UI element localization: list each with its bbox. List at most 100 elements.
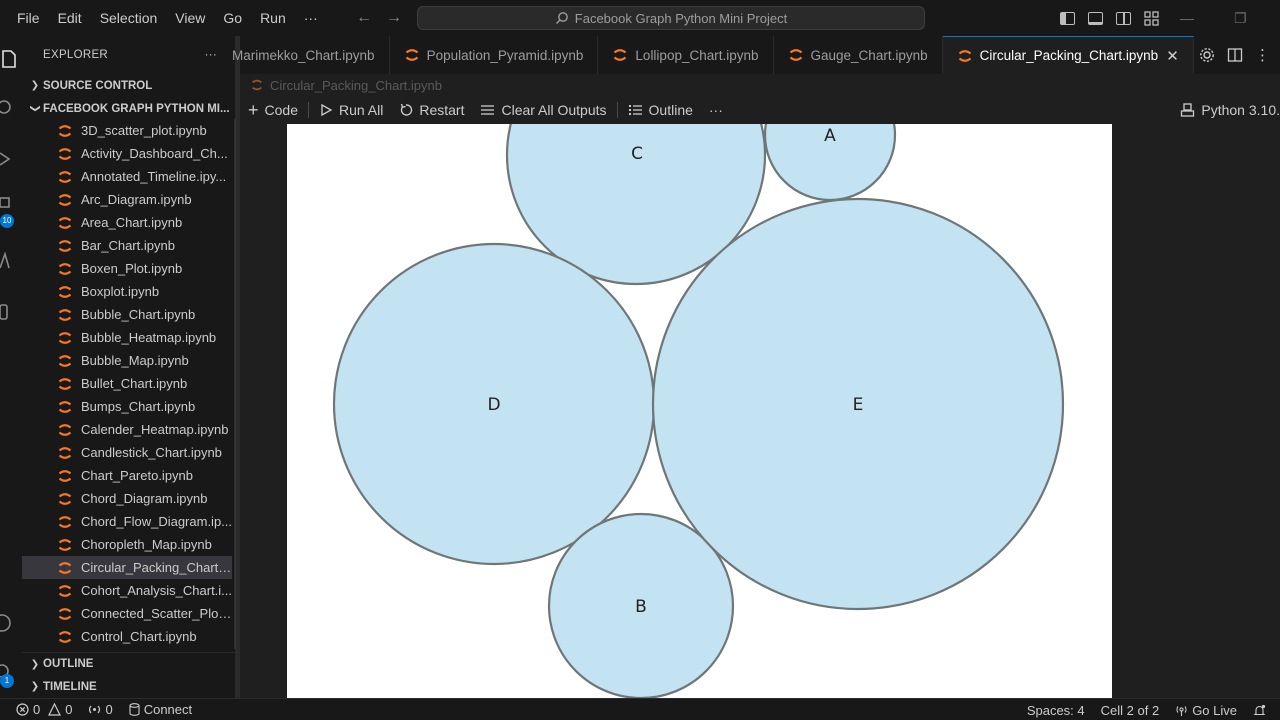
jupyter-notebook-icon (58, 446, 72, 459)
back-arrow-icon[interactable]: ← (356, 9, 372, 27)
menu-file[interactable]: File (8, 0, 49, 36)
file-item[interactable]: Cohort_Analysis_Chart.i... (22, 579, 232, 602)
file-item[interactable]: Bar_Chart.ipynb (22, 234, 232, 257)
customize-layout-icon[interactable] (1144, 10, 1159, 26)
cell-output-chart: A C D B E (287, 124, 1112, 698)
file-item[interactable]: Circular_Packing_Chart.i... (22, 556, 232, 579)
window-controls: — ❐ (1180, 0, 1247, 36)
file-item[interactable]: Arc_Diagram.ipynb (22, 188, 232, 211)
menu-run[interactable]: Run (251, 0, 295, 36)
project-folder-section[interactable]: ❯ FACEBOOK GRAPH PYTHON MI... (22, 97, 235, 120)
file-item[interactable]: Control_Chart.ipynb (22, 625, 232, 648)
editor-tab[interactable]: Gauge_Chart.ipynb (774, 36, 943, 74)
notifications-bell-icon[interactable] (1245, 704, 1274, 717)
add-code-cell-button[interactable]: + Code (240, 101, 306, 119)
problems-indicator[interactable]: 0 0 (0, 702, 80, 717)
timeline-section[interactable]: ❯ TIMELINE (22, 675, 236, 698)
jupyter-icon[interactable] (0, 302, 22, 324)
connect-button[interactable]: Connect (121, 702, 200, 717)
file-item[interactable]: Activity_Dashboard_Ch... (22, 142, 232, 165)
explorer-files-icon[interactable] (0, 48, 22, 70)
accounts-icon[interactable] (0, 612, 22, 634)
run-debug-icon[interactable] (0, 148, 22, 170)
file-item-label: Bubble_Heatmap.ipynb (81, 330, 217, 345)
forward-arrow-icon[interactable]: → (386, 9, 402, 27)
file-item[interactable]: Choropleth_Map.ipynb (22, 533, 232, 556)
settings-gear-icon[interactable] (1199, 47, 1215, 63)
toggle-sidebar-icon[interactable] (1060, 11, 1075, 25)
menu-view[interactable]: View (166, 0, 214, 36)
jupyter-notebook-icon (58, 538, 72, 551)
menu-go[interactable]: Go (214, 0, 251, 36)
editor-tab[interactable]: Marimekko_Chart.ipynb (232, 36, 390, 74)
kernel-label: Python 3.10. (1201, 102, 1280, 118)
source-control-section[interactable]: ❯ SOURCE CONTROL (22, 74, 235, 97)
extensions-icon[interactable] (0, 250, 22, 272)
close-icon[interactable]: ✕ (1166, 47, 1179, 65)
editor-area: Marimekko_Chart.ipynb Population_Pyramid.… (232, 36, 1280, 698)
split-editor-icon[interactable] (1227, 47, 1243, 63)
file-item[interactable]: Bumps_Chart.ipynb (22, 395, 232, 418)
menu-bar: File Edit Selection View Go Run ··· (8, 0, 327, 36)
file-item[interactable]: Chord_Flow_Diagram.ip... (22, 510, 232, 533)
menu-selection[interactable]: Selection (91, 0, 167, 36)
restart-button[interactable]: Restart (391, 102, 472, 118)
activity-bar: 10 1 (0, 36, 22, 698)
file-item[interactable]: Annotated_Timeline.ipy... (22, 165, 232, 188)
toggle-secondary-sidebar-icon[interactable] (1116, 11, 1131, 25)
ports-indicator[interactable]: 0 (80, 702, 120, 717)
outline-section[interactable]: ❯ OUTLINE (22, 652, 236, 675)
editor-tab[interactable]: Population_Pyramid.ipynb (390, 36, 599, 74)
file-item[interactable]: Area_Chart.ipynb (22, 211, 232, 234)
toolbar-separator (307, 102, 309, 118)
more-actions-icon[interactable]: ⋮ (1255, 46, 1270, 64)
breadcrumb-file[interactable]: Circular_Packing_Chart.ipynb (270, 78, 442, 93)
file-item[interactable]: 3D_scatter_plot.ipynb (22, 119, 232, 142)
bell-icon (1253, 704, 1266, 715)
file-item[interactable]: Candlestick_Chart.ipynb (22, 441, 232, 464)
explorer-header: EXPLORER ··· (22, 36, 235, 74)
file-item[interactable]: Bubble_Heatmap.ipynb (22, 326, 232, 349)
cell-indicator[interactable]: Cell 2 of 2 (1093, 703, 1168, 718)
indentation-indicator[interactable]: Spaces: 4 (1019, 703, 1093, 718)
explorer-title: EXPLORER (43, 49, 109, 61)
file-item[interactable]: Bubble_Chart.ipynb (22, 303, 232, 326)
jupyter-notebook-icon (58, 354, 72, 367)
file-item[interactable]: Boxen_Plot.ipynb (22, 257, 232, 280)
file-item[interactable]: Boxplot.ipynb (22, 280, 232, 303)
file-item[interactable]: Bullet_Chart.ipynb (22, 372, 232, 395)
source-control-icon[interactable] (0, 194, 22, 216)
tab-label: Lollipop_Chart.ipynb (635, 47, 759, 63)
run-all-button[interactable]: Run All (311, 102, 391, 118)
toggle-panel-icon[interactable] (1088, 11, 1103, 25)
explorer-more-button[interactable]: ··· (205, 49, 217, 61)
database-icon (129, 703, 140, 716)
jupyter-notebook-icon (58, 377, 72, 390)
go-live-button[interactable]: Go Live (1167, 703, 1245, 718)
toolbar-more-button[interactable]: ··· (701, 102, 731, 118)
file-item[interactable]: Calender_Heatmap.ipynb (22, 418, 232, 441)
outline-button[interactable]: Outline (620, 102, 701, 118)
section-label: SOURCE CONTROL (43, 79, 153, 92)
menu-more[interactable]: ··· (295, 0, 327, 36)
circle-label-d: D (487, 395, 500, 415)
editor-tab[interactable]: Circular_Packing_Chart.ipynb ✕ (942, 36, 1194, 74)
outline-label: Outline (648, 102, 693, 118)
section-label: OUTLINE (43, 658, 94, 670)
file-item[interactable]: Connected_Scatter_Plot... (22, 602, 232, 625)
file-item[interactable]: Bubble_Map.ipynb (22, 349, 232, 372)
kernel-picker[interactable]: Python 3.10. (1180, 96, 1280, 124)
editor-tab[interactable]: Lollipop_Chart.ipynb (598, 36, 774, 74)
search-icon[interactable] (0, 96, 22, 118)
minimize-icon[interactable]: — (1180, 10, 1194, 26)
toolbar-more-label: ··· (708, 102, 723, 118)
restore-icon[interactable]: ❐ (1234, 10, 1247, 27)
jupyter-notebook-icon (405, 49, 418, 61)
file-item[interactable]: Chord_Diagram.ipynb (22, 487, 232, 510)
menu-edit[interactable]: Edit (49, 0, 91, 36)
explorer-sidebar: EXPLORER ··· ❯ SOURCE CONTROL ❯ FACEBOOK… (22, 36, 244, 698)
command-center-search[interactable]: Facebook Graph Python Mini Project (417, 6, 925, 30)
clear-all-outputs-button[interactable]: Clear All Outputs (472, 102, 614, 118)
file-item[interactable]: Chart_Pareto.ipynb (22, 464, 232, 487)
code-label: Code (264, 102, 298, 118)
